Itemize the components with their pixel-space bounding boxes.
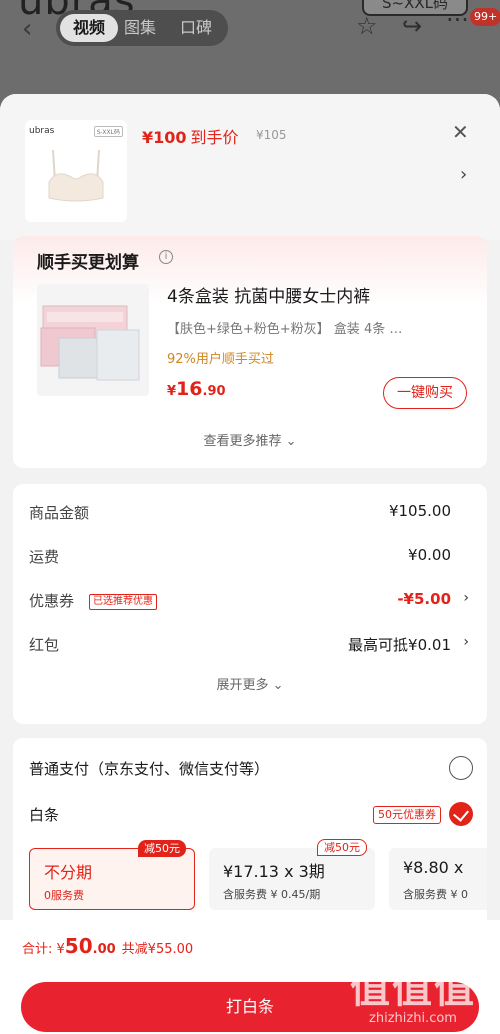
recommend-title: 顺手买更划算 [37, 253, 139, 273]
recommend-buy-rate: 92%用户顺手买过 [167, 352, 274, 367]
pay-with-baitiao-button[interactable]: 打白条 [21, 982, 479, 1032]
summary-row-red-packet[interactable]: 红包 最高可抵¥0.01 › [29, 630, 473, 660]
underwear-box-image [40, 305, 140, 381]
recommend-product-spec: 【肤色+绿色+粉色+粉灰】 盒装 4条 … [167, 322, 403, 337]
installment-option-none[interactable]: 减50元 不分期 0服务费 [29, 840, 195, 910]
expand-more-link[interactable]: 展开更多 ⌄ [13, 674, 487, 693]
price-tag: 到手价 [190, 128, 239, 147]
recommend-price: ¥16.90 [167, 378, 226, 400]
recommend-card: 顺手买更划算 i 4条盒装 抗菌中腰女士内裤 【肤色+绿色+粉色+粉灰】 盒装 … [13, 236, 487, 468]
installment-discount-badge: 减50元 [138, 840, 186, 857]
installment-option-3[interactable]: 减50元 ¥17.13 x 3期 含服务费 ¥ 0.45/期 [209, 839, 375, 910]
summary-row-coupon[interactable]: 优惠券 已选推荐优惠 -¥5.00 › [29, 586, 473, 616]
more-icon[interactable]: ··· [446, 6, 469, 34]
recommend-product-name[interactable]: 4条盒装 抗菌中腰女士内裤 [167, 282, 370, 307]
background-product-page: ubras S~XXL码 ‹ 视频 图集 口碑 ☆ ↪ ··· 99+ [0, 0, 500, 100]
share-icon[interactable]: ↪ [402, 12, 422, 40]
original-price: ¥105 [256, 128, 287, 142]
product-price: ¥100 到手价 [142, 128, 239, 147]
radio-baitiao-checked[interactable] [449, 802, 473, 826]
coupon-tag: 已选推荐优惠 [89, 594, 157, 610]
product-thumbnail: ubras S-XXL码 [25, 120, 127, 222]
notification-badge: 99+ [470, 8, 500, 26]
thumbnail-brand: ubras [29, 126, 55, 136]
chevron-right-icon[interactable]: › [460, 164, 467, 185]
more-recommendations-link[interactable]: 查看更多推荐 ⌄ [13, 430, 487, 449]
media-tabs: 视频 图集 口碑 [56, 10, 228, 46]
total-discount: 共减¥55.00 [121, 942, 194, 957]
back-icon[interactable]: ‹ [22, 14, 32, 44]
order-summary-card: 商品金额 ¥105.00 运费 ¥0.00 优惠券 已选推荐优惠 -¥5.00 … [13, 484, 487, 724]
tab-video[interactable]: 视频 [60, 14, 118, 42]
info-icon[interactable]: i [159, 250, 173, 264]
recommend-product-image[interactable] [37, 284, 149, 396]
star-icon[interactable]: ☆ [356, 12, 378, 40]
summary-row-shipping: 运费 ¥0.00 [29, 546, 451, 566]
radio-normal-pay[interactable] [449, 756, 473, 780]
close-icon[interactable]: ✕ [452, 120, 469, 144]
installment-option-6[interactable]: ¥8.80 x 含服务费 ¥ 0 [389, 848, 487, 910]
chevron-right-icon: › [463, 590, 469, 606]
installment-discount-badge: 减50元 [317, 839, 367, 856]
tab-gallery[interactable]: 图集 [124, 10, 156, 46]
summary-row-subtotal: 商品金额 ¥105.00 [29, 502, 451, 522]
checkout-footer: 合计: ¥50.00 共减¥55.00 打白条 [0, 920, 500, 1034]
payment-option-normal[interactable]: 普通支付（京东支付、微信支付等） [29, 752, 473, 788]
one-click-buy-button[interactable]: 一键购买 [383, 377, 467, 409]
product-header: ubras S-XXL码 ¥100 到手价 ¥105 ✕ › [0, 94, 500, 240]
payment-option-baitiao[interactable]: 白条 50元优惠券 [29, 798, 473, 834]
thumbnail-size: S-XXL码 [93, 126, 123, 137]
baitiao-promo-tag: 50元优惠券 [373, 806, 441, 824]
tab-reviews[interactable]: 口碑 [180, 10, 212, 46]
checkout-sheet: ubras S-XXL码 ¥100到手价 ¥105 ✕ › 顺手买更划算 i [0, 94, 500, 1034]
chevron-right-icon: › [463, 634, 469, 650]
order-total: 合计: ¥50.00 共减¥55.00 [22, 934, 194, 958]
